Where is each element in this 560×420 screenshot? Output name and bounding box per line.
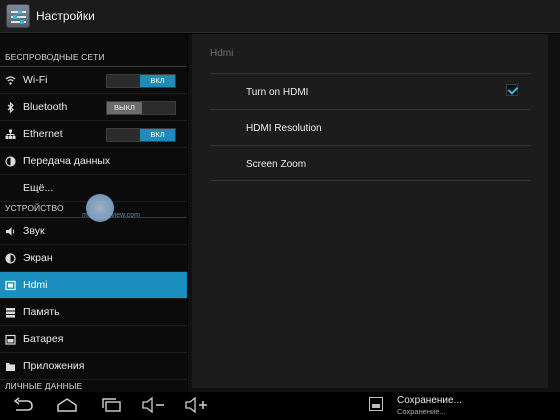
sidebar-item-label: Экран — [23, 252, 53, 264]
section-header-personal: ЛИЧНЫЕ ДАННЫЕ — [0, 378, 187, 392]
section-header-wireless: БЕСПРОВОДНЫЕ СЕТИ — [0, 49, 187, 67]
sidebar-item-label: Ethernet — [23, 128, 63, 140]
turn-on-hdmi-item[interactable]: Turn on HDMI — [210, 74, 530, 109]
sidebar-item-wifi[interactable]: Wi-Fi ВКЛ — [0, 67, 187, 94]
wifi-toggle[interactable]: ВКЛ — [106, 74, 176, 88]
sidebar-item-label: Ещё... — [23, 182, 54, 194]
ethernet-toggle[interactable]: ВКЛ — [106, 128, 176, 142]
notification-title[interactable]: Сохранение... — [397, 395, 462, 406]
sidebar-item-sound[interactable]: Звук — [0, 218, 187, 245]
notification-subtitle: Сохранение... — [397, 407, 446, 416]
hdmi-resolution-item[interactable]: HDMI Resolution — [210, 110, 530, 145]
watermark-text: mobile-review.com — [82, 212, 140, 219]
image-icon[interactable] — [369, 397, 383, 411]
sidebar-item-label: Батарея — [23, 333, 64, 345]
turn-on-hdmi-checkbox[interactable] — [506, 84, 518, 96]
apps-icon — [5, 361, 16, 372]
sidebar-item-apps[interactable]: Приложения — [0, 353, 187, 380]
settings-icon[interactable] — [6, 4, 30, 28]
sidebar-item-label: Звук — [23, 225, 45, 237]
sidebar-item-bluetooth[interactable]: Bluetooth ВЫКЛ — [0, 94, 187, 121]
volume-down-icon[interactable] — [142, 397, 166, 415]
volume-up-icon[interactable] — [185, 397, 209, 415]
sidebar-item-hdmi[interactable]: Hdmi — [0, 272, 187, 299]
action-bar: Настройки — [0, 0, 560, 33]
hdmi-icon — [5, 280, 16, 291]
ethernet-icon — [5, 129, 16, 140]
divider — [210, 180, 530, 181]
sidebar: БЕСПРОВОДНЫЕ СЕТИ Wi-Fi ВКЛ Bluetooth ВЫ… — [0, 34, 187, 392]
sound-icon — [5, 226, 16, 237]
home-icon[interactable] — [56, 397, 78, 415]
wifi-icon — [5, 75, 16, 86]
sidebar-item-label: Память — [23, 306, 60, 318]
sidebar-item-battery[interactable]: Батарея — [0, 326, 187, 353]
pref-label: Screen Zoom — [246, 159, 307, 170]
app-title: Настройки — [36, 9, 95, 23]
back-icon[interactable] — [12, 397, 34, 415]
bluetooth-icon — [5, 101, 16, 114]
pref-label: Turn on HDMI — [246, 87, 309, 98]
sidebar-item-label: Приложения — [23, 360, 85, 372]
sidebar-item-data-usage[interactable]: Передача данных — [0, 148, 187, 175]
data-usage-icon — [5, 156, 16, 167]
sidebar-item-label: Bluetooth — [23, 101, 68, 113]
hdmi-panel: Hdmi Turn on HDMI HDMI Resolution Screen… — [192, 34, 548, 388]
navigation-bar: Сохранение... Сохранение... — [0, 392, 560, 420]
screen-zoom-item[interactable]: Screen Zoom — [210, 146, 530, 181]
bluetooth-toggle[interactable]: ВЫКЛ — [106, 101, 176, 115]
sidebar-item-ethernet[interactable]: Ethernet ВКЛ — [0, 121, 187, 148]
content-area: Hdmi Turn on HDMI HDMI Resolution Screen… — [188, 34, 560, 392]
recent-apps-icon[interactable] — [100, 397, 122, 415]
sidebar-item-label: Hdmi — [23, 279, 48, 291]
storage-icon — [5, 307, 16, 318]
battery-icon — [5, 334, 16, 345]
display-icon — [5, 253, 16, 264]
sidebar-item-display[interactable]: Экран — [0, 245, 187, 272]
sidebar-item-storage[interactable]: Память — [0, 299, 187, 326]
sidebar-item-label: Wi-Fi — [23, 74, 48, 86]
pref-label: HDMI Resolution — [246, 123, 322, 134]
sidebar-item-label: Передача данных — [23, 155, 111, 167]
panel-title: Hdmi — [210, 48, 234, 59]
